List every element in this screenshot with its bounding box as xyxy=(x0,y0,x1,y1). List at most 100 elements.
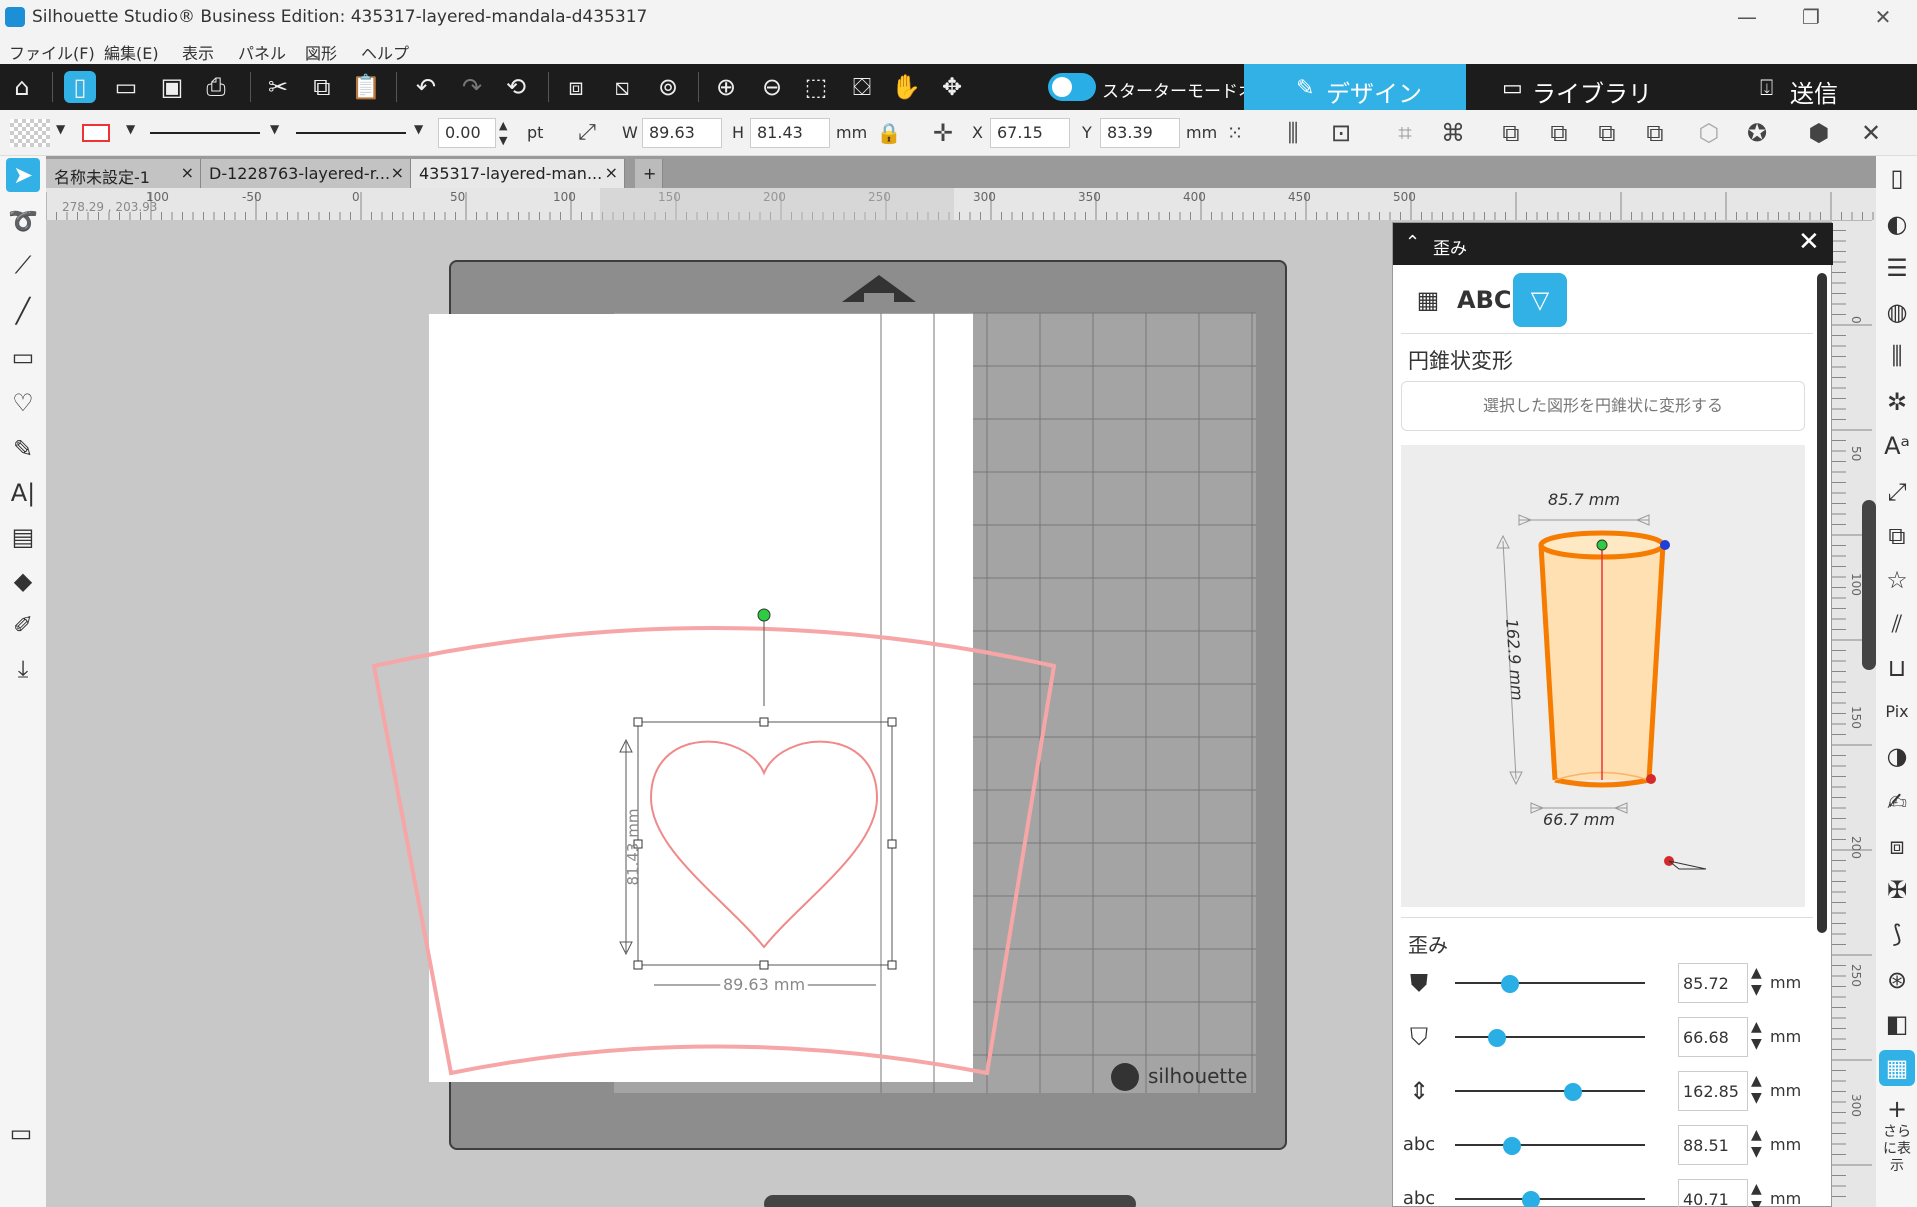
panel-scrollbar[interactable] xyxy=(1817,273,1827,933)
send-back-icon[interactable]: ⧉ xyxy=(1640,118,1670,148)
close-panel-icon[interactable]: ✕ xyxy=(1798,227,1820,257)
heart-shape-icon[interactable]: ♡ xyxy=(6,386,40,420)
height-input[interactable]: 162.85 xyxy=(1678,1071,1748,1111)
transform-icon[interactable]: ⌘ xyxy=(1438,118,1468,148)
resize-handle[interactable] xyxy=(633,960,643,970)
redo-icon[interactable]: ↷ xyxy=(456,71,488,103)
send-backward-icon[interactable]: ⧉ xyxy=(1592,118,1622,148)
pen-tool-icon[interactable]: ✎ xyxy=(6,432,40,466)
eyedropper-icon[interactable]: ⤓ xyxy=(6,652,40,686)
close-tab-icon[interactable]: × xyxy=(181,163,194,182)
offset-icon[interactable]: ⫽ xyxy=(1879,606,1915,642)
slider-thumb[interactable] xyxy=(1563,1083,1582,1101)
puzzle-icon[interactable]: ✠ xyxy=(1879,872,1915,908)
page-setup-icon[interactable]: ▯ xyxy=(1879,160,1915,196)
line-style-dropdown-icon[interactable]: ▼ xyxy=(270,122,279,136)
3d-box-icon[interactable]: ⬢ xyxy=(1804,118,1834,148)
weld-icon[interactable]: ⬡ xyxy=(1694,118,1724,148)
tab-cone-warp[interactable]: ▽ xyxy=(1513,273,1567,327)
tab-library[interactable]: ▭ ライブラリ xyxy=(1502,64,1702,110)
cup-bottom-handle[interactable] xyxy=(1646,774,1656,784)
lock-aspect-icon[interactable]: 🔒 xyxy=(874,118,904,148)
fill-dropdown-icon[interactable]: ▼ xyxy=(56,122,65,136)
star-panel-icon[interactable]: ☆ xyxy=(1879,562,1915,598)
tab-text-arc[interactable]: ABC xyxy=(1457,273,1511,327)
star-tool-icon[interactable]: ✪ xyxy=(1742,118,1772,148)
text-tool-icon[interactable]: A| xyxy=(6,476,40,510)
minimize-button[interactable]: — xyxy=(1724,4,1770,30)
pan-hand-icon[interactable]: ✋ xyxy=(890,71,922,103)
resize-handle[interactable] xyxy=(887,960,897,970)
save-icon[interactable]: ▣ xyxy=(156,71,188,103)
paste-icon[interactable]: 📋 xyxy=(350,71,382,103)
doc-tab-3[interactable]: 435317-layered-man... × xyxy=(411,159,625,188)
vertical-scrollbar[interactable] xyxy=(1862,500,1876,670)
tab-design[interactable]: ✎ デザイン xyxy=(1244,64,1466,110)
select-arrow-icon[interactable]: ➤ xyxy=(6,158,40,192)
stroke-width-input[interactable]: 0.00 xyxy=(438,118,496,148)
compound-path-icon[interactable]: ⊚ xyxy=(652,71,684,103)
sketch-text-icon[interactable]: ▤ xyxy=(6,520,40,554)
layer-icon[interactable]: ◑ xyxy=(1879,738,1915,774)
line-tool-icon[interactable]: ╱ xyxy=(6,294,40,328)
nesting-icon[interactable]: ⧈ xyxy=(1879,828,1915,864)
close-tab-icon[interactable]: × xyxy=(605,163,618,182)
pix-scan-icon[interactable]: Pix xyxy=(1879,694,1915,730)
stepper-arrows-icon[interactable]: ▲ ▼ xyxy=(1751,1127,1762,1161)
collapse-chevron-icon[interactable]: ⌃ xyxy=(1405,232,1420,253)
resize-handle[interactable] xyxy=(887,717,897,727)
width-input[interactable]: 89.63 xyxy=(642,118,722,148)
slider-thumb[interactable] xyxy=(1487,1029,1506,1047)
rotate-handle[interactable] xyxy=(757,608,771,622)
resize-handle[interactable] xyxy=(759,960,769,970)
fill-color-icon[interactable]: ◐ xyxy=(1879,206,1915,242)
text-style-icon[interactable]: Aᵃ xyxy=(1879,428,1915,464)
doc-tab-1[interactable]: 名称未設定-1 × xyxy=(46,159,201,188)
lasso-icon[interactable]: ➰ xyxy=(6,204,40,238)
fit-page-icon[interactable]: ✥ xyxy=(936,71,968,103)
more-label[interactable]: さらに表示 xyxy=(1877,1124,1917,1175)
cup-center-handle[interactable] xyxy=(1596,539,1608,551)
fill-pattern-icon[interactable]: ◍ xyxy=(1879,294,1915,330)
slider-track[interactable] xyxy=(1455,1144,1645,1146)
horizontal-scrollbar[interactable] xyxy=(764,1195,1136,1207)
doc-tab-2[interactable]: D-1228763-layered-r... × xyxy=(201,159,411,188)
resize-handle[interactable] xyxy=(887,839,897,849)
height-input[interactable]: 81.43 xyxy=(750,118,830,148)
menu-view[interactable]: 表示 xyxy=(182,40,214,64)
rectangle-tool-icon[interactable]: ▭ xyxy=(6,340,40,374)
knife-icon[interactable]: ✐ xyxy=(6,608,40,642)
line-style-preview[interactable] xyxy=(150,132,260,134)
slider-track[interactable] xyxy=(1455,982,1645,984)
emboss-icon[interactable]: ◧ xyxy=(1879,1006,1915,1042)
slider-thumb[interactable] xyxy=(1501,975,1520,993)
line-color-dropdown-icon[interactable]: ▼ xyxy=(126,122,135,136)
replicate-panel-icon[interactable]: ✲ xyxy=(1879,384,1915,420)
knife-panel-icon[interactable]: ⟆ xyxy=(1879,916,1915,952)
more-plus-icon[interactable]: + xyxy=(1879,1096,1915,1122)
tab-grid-warp[interactable]: ▦ xyxy=(1401,273,1455,327)
fit-mat-icon[interactable]: ⛋ xyxy=(846,71,878,103)
point-edit-icon[interactable]: ⟋ xyxy=(6,248,40,282)
heart-shape[interactable] xyxy=(649,740,879,949)
stepper-arrows-icon[interactable]: ▲ ▼ xyxy=(1751,1019,1762,1053)
bring-forward-icon[interactable]: ⧉ xyxy=(1544,118,1574,148)
folder-panel-icon[interactable]: ▭ xyxy=(4,1116,38,1150)
menu-edit[interactable]: 編集(E) xyxy=(104,40,159,64)
text-arc-up-input[interactable]: 40.71 xyxy=(1678,1179,1748,1207)
eraser-icon[interactable]: ◆ xyxy=(6,564,40,598)
restore-button[interactable]: ❐ xyxy=(1788,4,1834,30)
modify-icon[interactable]: ⧉ xyxy=(1879,518,1915,554)
menu-help[interactable]: ヘルプ xyxy=(361,40,409,64)
slider-track[interactable] xyxy=(1455,1036,1645,1038)
group-icon[interactable]: ⧈ xyxy=(560,71,592,103)
close-properties-icon[interactable]: ✕ xyxy=(1856,118,1886,148)
stroke-width-stepper[interactable]: ▲ ▼ xyxy=(499,118,507,148)
zoom-out-icon[interactable]: ⊖ xyxy=(756,71,788,103)
menu-panel[interactable]: パネル xyxy=(238,40,286,64)
stepper-arrows-icon[interactable]: ▲ ▼ xyxy=(1751,965,1762,999)
line-style-icon[interactable]: ☰ xyxy=(1879,250,1915,286)
menu-shape[interactable]: 図形 xyxy=(305,40,337,64)
stepper-arrows-icon[interactable]: ▲ ▼ xyxy=(1751,1181,1762,1207)
transform-panel-icon[interactable]: ⤢ xyxy=(1879,474,1915,510)
